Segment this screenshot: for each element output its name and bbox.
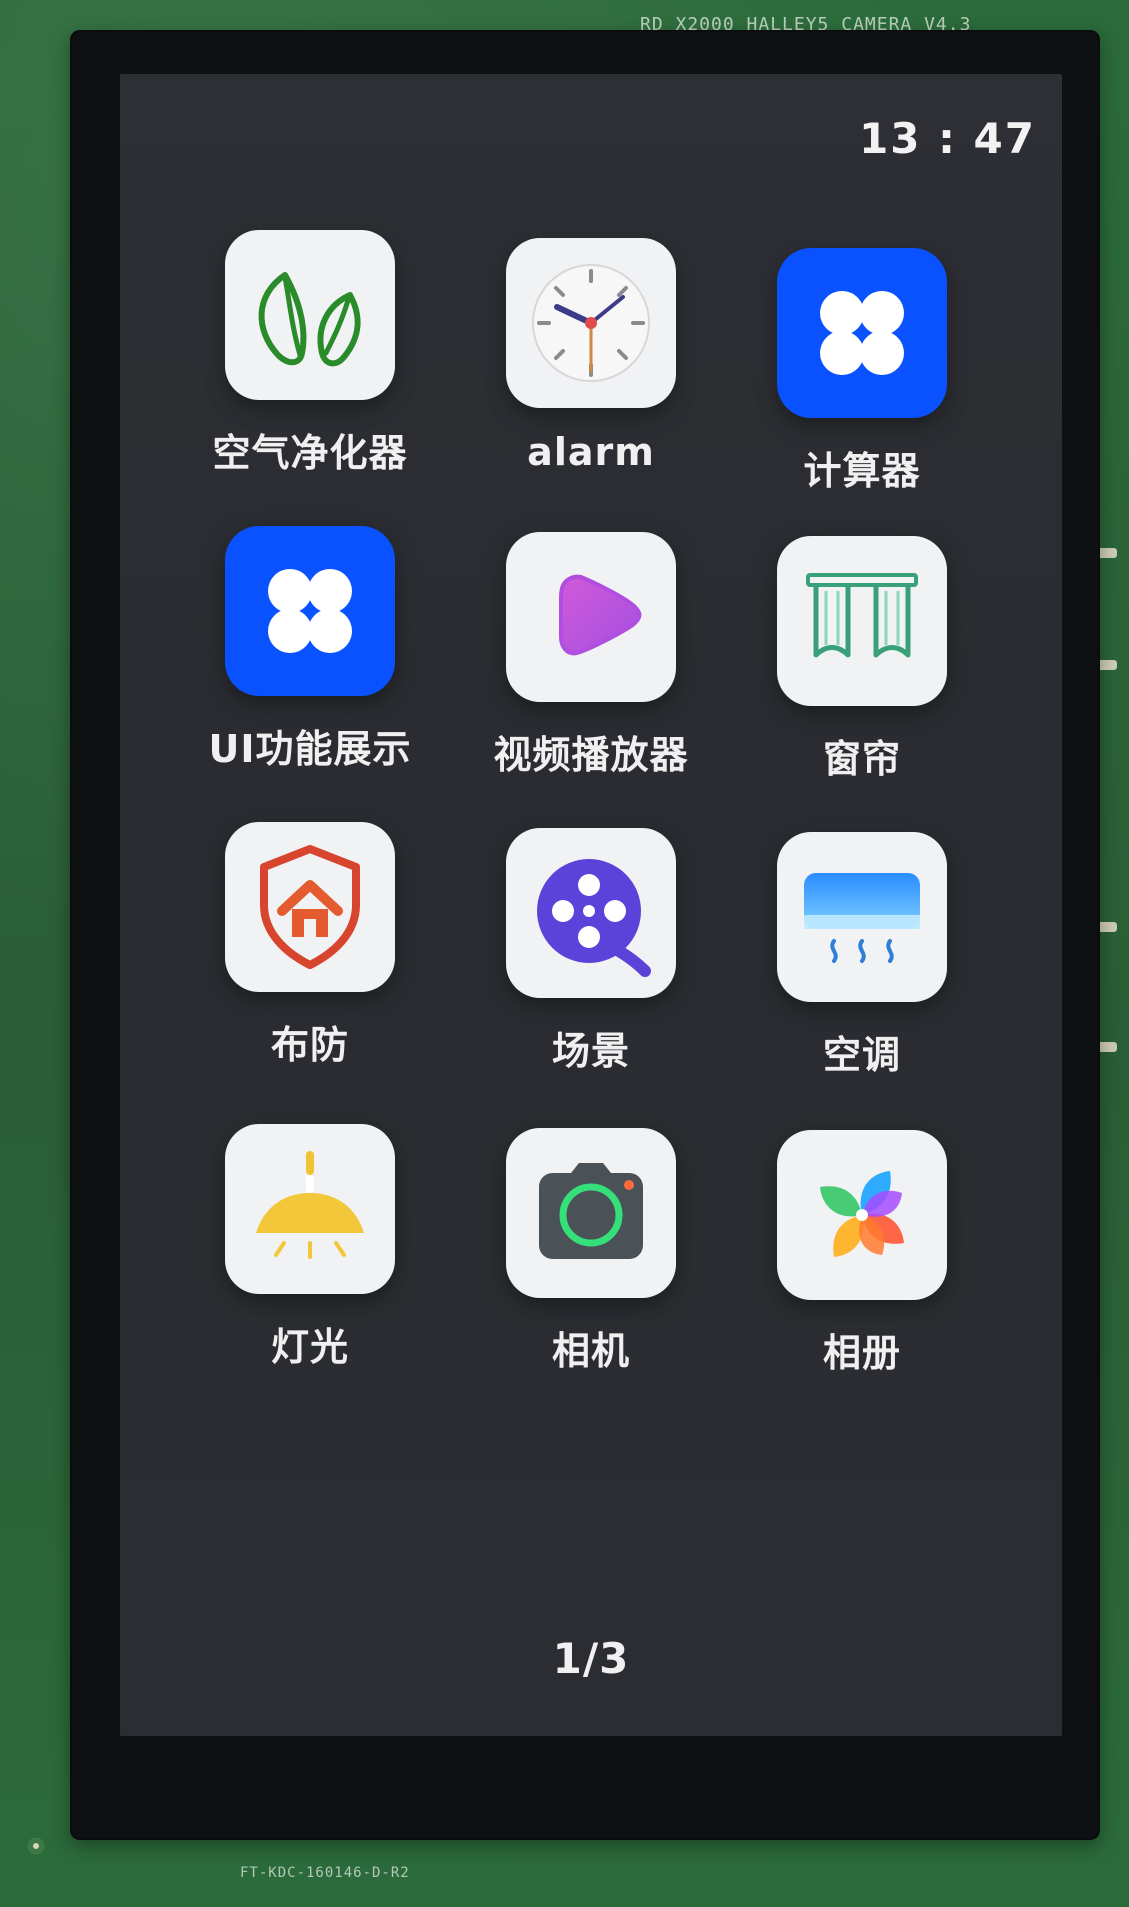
app-ui-demo[interactable]: UI功能展示 (190, 526, 430, 773)
camera-icon (539, 1163, 643, 1259)
app-icon-container (225, 1124, 395, 1294)
app-icon-container (506, 238, 676, 408)
app-video-player[interactable]: 视频播放器 (471, 532, 711, 779)
app-icon-container (225, 822, 395, 992)
app-label: 相册 (822, 1331, 901, 1375)
app-icon-container (777, 536, 947, 706)
film-reel-icon (537, 859, 651, 977)
app-label: 空气净化器 (212, 431, 408, 475)
app-icon-container (225, 230, 395, 400)
app-icon-container (506, 1128, 676, 1298)
grid-icon (268, 569, 352, 653)
mount-hole (28, 1838, 44, 1854)
app-air-conditioner[interactable]: 空调 (742, 832, 982, 1079)
app-icon-container (225, 526, 395, 696)
leaf-icon (258, 272, 361, 367)
shield-home-icon (260, 845, 360, 969)
app-label: UI功能展示 (208, 727, 412, 771)
grid-icon (820, 291, 904, 375)
page-indicator: 1/3 (552, 1634, 630, 1683)
curtain-icon (806, 573, 918, 658)
app-label: 空调 (822, 1033, 901, 1077)
app-air-purifier[interactable]: 空气净化器 (190, 230, 430, 477)
device-bezel: 13 : 47 空气净化器 alarm 计算器 UI功能展示 视频播放器 窗帘 … (70, 30, 1100, 1840)
app-icon-container (777, 1130, 947, 1300)
lamp-icon (256, 1151, 364, 1259)
pinwheel-photos-icon (820, 1171, 904, 1257)
app-icon-container (777, 832, 947, 1002)
app-calculator[interactable]: 计算器 (742, 248, 982, 495)
app-icon-container (506, 532, 676, 702)
app-photos[interactable]: 相册 (742, 1130, 982, 1377)
app-alarm[interactable]: alarm (471, 238, 711, 474)
clock-icon (532, 264, 650, 382)
air-conditioner-icon (804, 873, 920, 963)
app-label: 计算器 (803, 449, 921, 493)
app-icon-container (777, 248, 947, 418)
app-arming[interactable]: 布防 (190, 822, 430, 1069)
play-icon (559, 574, 642, 656)
status-time: 13 : 47 (859, 114, 1036, 163)
app-icon-container (506, 828, 676, 998)
app-curtain[interactable]: 窗帘 (742, 536, 982, 783)
pcb-bottom-label: FT-KDC-160146-D-R2 (240, 1865, 410, 1881)
app-camera[interactable]: 相机 (471, 1128, 711, 1375)
app-label: 相机 (551, 1329, 630, 1373)
app-label: 灯光 (270, 1325, 349, 1369)
app-label: 视频播放器 (493, 733, 689, 777)
app-lighting[interactable]: 灯光 (190, 1124, 430, 1371)
pcb-board: RD_X2000_HALLEY5_CAMERA_V4.3 FT-KDC-1601… (0, 0, 1129, 1907)
app-scenes[interactable]: 场景 (471, 828, 711, 1075)
app-label: 窗帘 (822, 737, 901, 781)
app-label: 布防 (270, 1023, 349, 1067)
app-label: alarm (527, 430, 655, 474)
app-label: 场景 (551, 1029, 630, 1073)
home-screen: 13 : 47 空气净化器 alarm 计算器 UI功能展示 视频播放器 窗帘 … (120, 74, 1062, 1736)
